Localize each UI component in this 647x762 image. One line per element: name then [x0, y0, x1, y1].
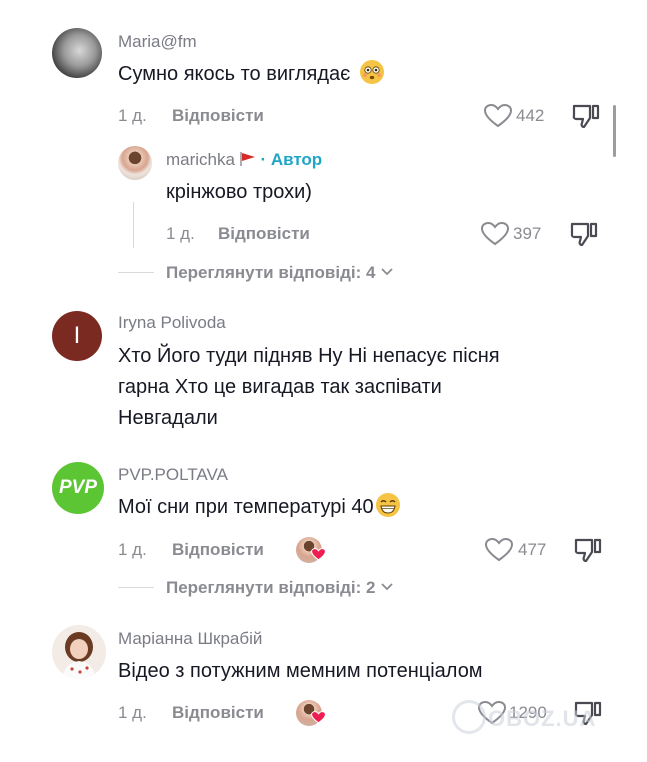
chevron-down-icon	[380, 262, 394, 276]
comment-username[interactable]: Маріанна Шкрабій	[118, 629, 262, 649]
avatar-logo-text: PVP	[58, 477, 98, 498]
comment-text: Сумно якось то виглядає	[118, 59, 384, 90]
avatar[interactable]	[52, 625, 106, 679]
heart-filled-icon	[310, 548, 327, 566]
dislike-icon[interactable]	[570, 221, 598, 252]
avatar-letter: I	[73, 322, 81, 349]
comment-text-line: гарна Хто це вигадав так заспівати	[118, 376, 442, 398]
reply-username[interactable]: marichka	[166, 150, 235, 169]
avatar[interactable]	[52, 28, 102, 78]
comment-text-line: Хто Його туди підняв Ну Ні непасує пісня	[118, 345, 500, 367]
like-count: 442	[516, 106, 545, 125]
view-replies-button[interactable]: Переглянути відповіді: 4	[166, 262, 394, 283]
comment-text: Мої сни при температурі 40	[118, 492, 400, 523]
comment-username: marichka · Автор	[166, 150, 322, 170]
like-count: 397	[513, 224, 542, 243]
flushed-emoji-icon	[359, 60, 384, 84]
comment-text: крінжово трохи)	[166, 181, 312, 203]
reply-button[interactable]: Відповісти	[172, 106, 264, 126]
reply-button[interactable]: Відповісти	[218, 224, 310, 244]
view-replies-label: Переглянути відповіді: 2	[166, 578, 376, 597]
comment-text-content: Мої сни при температурі 40	[118, 496, 374, 518]
grinning-emoji-icon	[375, 493, 400, 517]
flag-icon	[240, 151, 256, 166]
reply-button[interactable]: Відповісти	[172, 703, 264, 723]
scrollbar[interactable]	[613, 105, 616, 157]
author-badge: · Автор	[260, 150, 323, 169]
chevron-down-icon	[380, 577, 394, 591]
watermark-logo-icon	[452, 700, 486, 734]
heart-icon[interactable]	[480, 221, 510, 251]
divider	[118, 587, 154, 588]
comment-text: Відео з потужним мемним потенціалом	[118, 660, 483, 682]
comment-time: 1 д.	[166, 224, 195, 243]
avatar[interactable]	[118, 146, 152, 180]
view-replies-button[interactable]: Переглянути відповіді: 2	[166, 577, 394, 598]
view-replies-label: Переглянути відповіді: 4	[166, 263, 376, 282]
comment-username[interactable]: PVP.POLTAVA	[118, 465, 228, 485]
watermark-text: OBOZ.UA	[488, 706, 597, 731]
comment-text-content: Сумно якось то виглядає	[118, 63, 351, 85]
divider	[118, 272, 154, 273]
like-count: 477	[518, 540, 547, 559]
comment-time: 1 д.	[118, 703, 147, 722]
dislike-icon[interactable]	[574, 537, 602, 568]
heart-filled-icon	[310, 711, 327, 729]
comment-time: 1 д.	[118, 106, 147, 125]
comment-time: 1 д.	[118, 540, 147, 559]
comment-username[interactable]: Iryna Polivoda	[118, 313, 226, 333]
heart-icon[interactable]	[484, 537, 514, 567]
watermark: OBOZ.UA	[452, 700, 596, 734]
comment-text-line: Невгадали	[118, 407, 218, 429]
heart-icon[interactable]	[483, 103, 513, 133]
comment-username[interactable]: Maria@fm	[118, 32, 197, 52]
reply-button[interactable]: Відповісти	[172, 540, 264, 560]
thread-line	[133, 202, 134, 248]
dislike-icon[interactable]	[572, 103, 600, 134]
avatar[interactable]: PVP	[52, 462, 104, 514]
avatar[interactable]: I	[52, 311, 102, 361]
